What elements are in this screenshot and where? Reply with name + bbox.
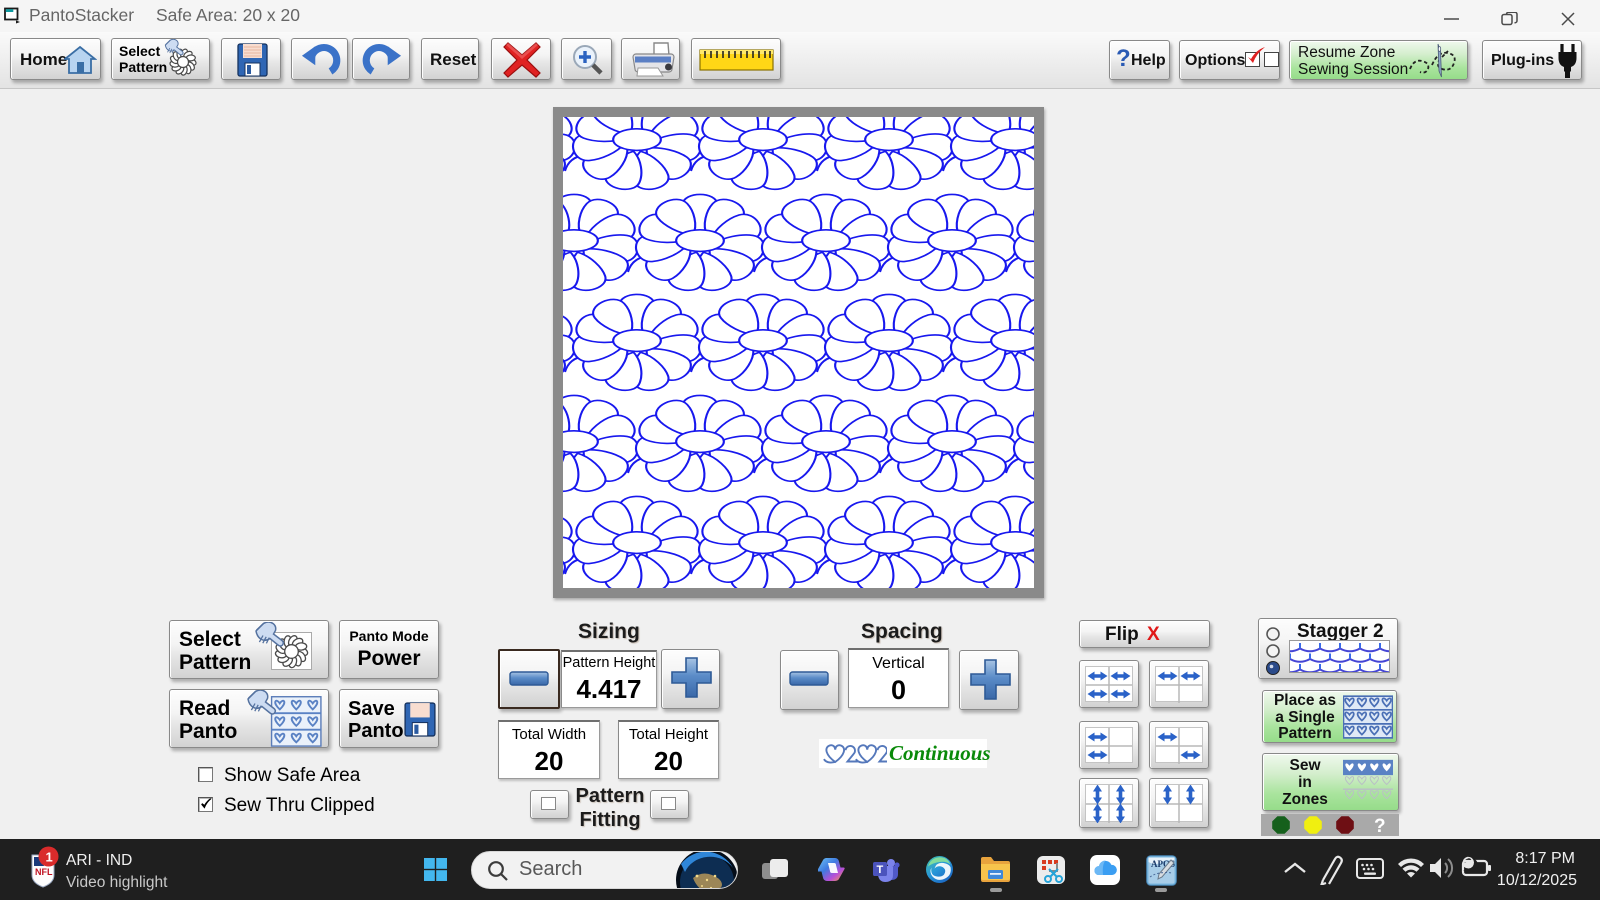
svg-text:NFL: NFL [35,867,53,877]
svg-text:?: ? [1374,816,1386,836]
svg-text:1: 1 [46,850,53,865]
svg-text:T: T [877,864,884,876]
